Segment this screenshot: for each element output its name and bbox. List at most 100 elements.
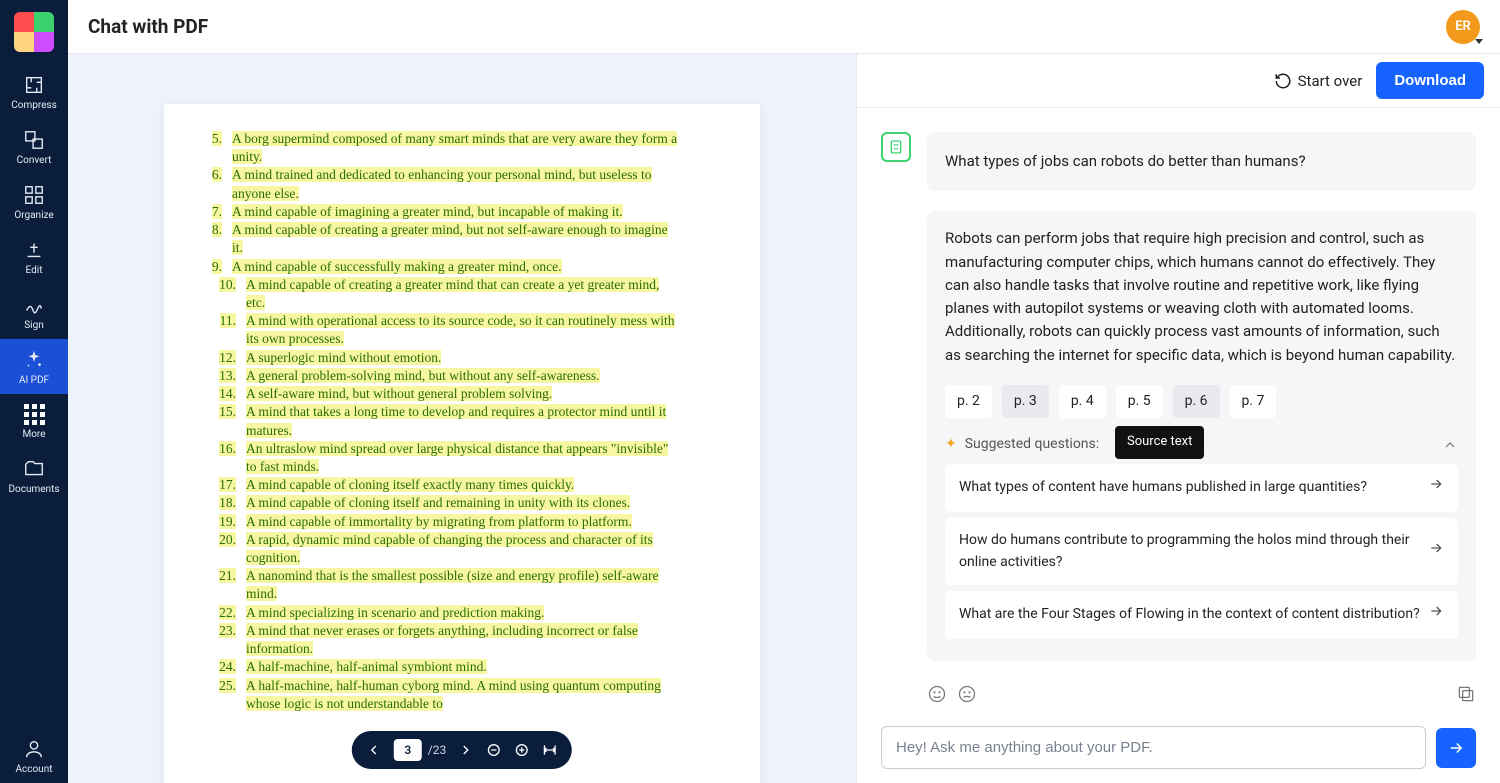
pdf-list-item: 6.A mind trained and dedicated to enhanc… xyxy=(202,166,680,202)
suggested-question[interactable]: How do humans contribute to programming … xyxy=(945,518,1458,585)
restart-icon xyxy=(1274,72,1292,90)
chat-message-user: What types of jobs can robots do better … xyxy=(881,132,1476,191)
pdf-list-item: 23.A mind that never erases or forgets a… xyxy=(202,622,680,658)
send-icon xyxy=(1447,739,1465,757)
zoom-out-icon[interactable] xyxy=(486,742,502,758)
chat-panel: Start over Download What types of jobs c… xyxy=(856,54,1500,783)
chat-body: What types of jobs can robots do better … xyxy=(857,108,1500,684)
suggested-section: ✦ Suggested questions: Source text What … xyxy=(945,434,1458,638)
next-page-icon[interactable] xyxy=(458,742,474,758)
sidebar-item-account[interactable]: Account xyxy=(0,728,68,783)
sign-icon xyxy=(23,294,45,316)
page-ref[interactable]: p. 4 xyxy=(1059,385,1106,419)
pdf-list-item: 22.A mind specializing in scenario and p… xyxy=(202,604,680,622)
pdf-list-item: 15.A mind that takes a long time to deve… xyxy=(202,403,680,439)
sidebar-item-label: AI PDF xyxy=(19,375,49,386)
ai-avatar-icon xyxy=(881,211,911,241)
arrow-right-icon xyxy=(1428,603,1444,619)
arrow-right-icon xyxy=(1428,540,1444,556)
copy-icon[interactable] xyxy=(1456,684,1476,704)
suggested-question[interactable]: What types of content have humans publis… xyxy=(945,464,1458,512)
zoom-in-icon[interactable] xyxy=(514,742,530,758)
sparkle-icon: ✦ xyxy=(945,434,957,456)
pdf-list-item: 25.A half-machine, half-human cyborg min… xyxy=(202,677,680,713)
page-ref[interactable]: p. 6 xyxy=(1173,385,1220,419)
avatar[interactable]: ER xyxy=(1446,10,1480,44)
pdf-list-item: 11.A mind with operational access to its… xyxy=(202,312,680,348)
sidebar-item-edit[interactable]: Edit xyxy=(0,229,68,284)
user-avatar-icon xyxy=(881,132,911,162)
page-title: Chat with PDF xyxy=(88,15,1446,38)
sidebar-item-ai-pdf[interactable]: AI PDF xyxy=(0,339,68,394)
edit-icon xyxy=(23,239,45,261)
start-over-button[interactable]: Start over xyxy=(1274,72,1363,90)
pdf-toolbar: 3 /23 xyxy=(352,731,572,769)
sidebar-item-compress[interactable]: Compress xyxy=(0,64,68,119)
prev-page-icon[interactable] xyxy=(366,742,382,758)
sidebar-item-documents[interactable]: Documents xyxy=(0,448,68,503)
chevron-up-icon[interactable] xyxy=(1442,437,1458,453)
pdf-list-item: 12.A superlogic mind without emotion. xyxy=(202,349,680,367)
brand-logo[interactable] xyxy=(14,12,54,52)
pdf-viewer: 5.A borg supermind composed of many smar… xyxy=(68,54,856,783)
user-message-text: What types of jobs can robots do better … xyxy=(927,132,1476,191)
sidebar-item-label: More xyxy=(22,429,45,440)
compress-icon xyxy=(23,74,45,96)
suggested-header: ✦ Suggested questions: Source text xyxy=(945,434,1458,456)
thumbs-down-icon[interactable] xyxy=(957,684,977,704)
feedback-row xyxy=(857,684,1500,712)
ai-pdf-icon xyxy=(23,349,45,371)
thumbs-up-icon[interactable] xyxy=(927,684,947,704)
sidebar-item-label: Organize xyxy=(14,210,53,221)
chat-message-ai: Robots can perform jobs that require hig… xyxy=(881,211,1476,661)
convert-icon xyxy=(23,129,45,151)
sidebar-item-label: Convert xyxy=(17,155,52,166)
page-ref[interactable]: p. 5 xyxy=(1116,385,1163,419)
page-ref[interactable]: p. 3 xyxy=(1002,385,1049,419)
header: Chat with PDF ER xyxy=(68,0,1500,54)
pdf-list-item: 14.A self-aware mind, but without genera… xyxy=(202,385,680,403)
download-button[interactable]: Download xyxy=(1376,62,1484,99)
arrow-right-icon xyxy=(1428,476,1444,492)
sidebar-item-organize[interactable]: Organize xyxy=(0,174,68,229)
organize-icon xyxy=(23,184,45,206)
pdf-list-item: 9.A mind capable of successfully making … xyxy=(202,258,680,276)
pdf-list-item: 7.A mind capable of imagining a greater … xyxy=(202,203,680,221)
account-icon xyxy=(23,738,45,760)
sidebar-item-label: Sign xyxy=(24,320,44,331)
panel-header: Start over Download xyxy=(857,54,1500,108)
pdf-list-item: 13.A general problem-solving mind, but w… xyxy=(202,367,680,385)
suggested-label: Suggested questions: xyxy=(965,434,1099,456)
pdf-list-item: 16.An ultraslow mind spread over large p… xyxy=(202,440,680,476)
sidebar-item-more[interactable]: More xyxy=(0,394,68,448)
source-text-tooltip: Source text xyxy=(1115,426,1204,458)
pdf-list-item: 5.A borg supermind composed of many smar… xyxy=(202,130,680,166)
pdf-list-item: 17.A mind capable of cloning itself exac… xyxy=(202,476,680,494)
fit-width-icon[interactable] xyxy=(542,742,558,758)
chat-input[interactable] xyxy=(881,726,1426,769)
pdf-page: 5.A borg supermind composed of many smar… xyxy=(164,104,760,783)
page-ref[interactable]: p. 7 xyxy=(1230,385,1277,419)
sidebar-item-sign[interactable]: Sign xyxy=(0,284,68,339)
sidebar-item-label: Edit xyxy=(26,265,43,276)
suggested-question[interactable]: What are the Four Stages of Flowing in t… xyxy=(945,591,1458,639)
pdf-list-item: 21.A nanomind that is the smallest possi… xyxy=(202,567,680,603)
pdf-list-item: 20.A rapid, dynamic mind capable of chan… xyxy=(202,531,680,567)
documents-icon xyxy=(23,458,45,480)
page-total: /23 xyxy=(428,743,446,757)
pdf-list-item: 19.A mind capable of immortality by migr… xyxy=(202,513,680,531)
pdf-list-item: 18.A mind capable of cloning itself and … xyxy=(202,494,680,512)
page-refs: p. 2 p. 3 p. 4 p. 5 p. 6 p. 7 xyxy=(945,385,1458,419)
more-icon xyxy=(24,404,45,425)
send-button[interactable] xyxy=(1436,728,1476,768)
sidebar-item-label: Documents xyxy=(8,484,59,495)
pdf-list-item: 10.A mind capable of creating a greater … xyxy=(202,276,680,312)
pdf-list-item: 8.A mind capable of creating a greater m… xyxy=(202,221,680,257)
page-number-input[interactable]: 3 xyxy=(394,739,422,761)
ai-message-text: Robots can perform jobs that require hig… xyxy=(945,227,1458,367)
sidebar-item-convert[interactable]: Convert xyxy=(0,119,68,174)
sidebar: Compress Convert Organize Edit Sign AI P… xyxy=(0,0,68,783)
page-ref[interactable]: p. 2 xyxy=(945,385,992,419)
pdf-list-item: 24.A half-machine, half-animal symbiont … xyxy=(202,658,680,676)
ai-message-bubble: Robots can perform jobs that require hig… xyxy=(927,211,1476,661)
